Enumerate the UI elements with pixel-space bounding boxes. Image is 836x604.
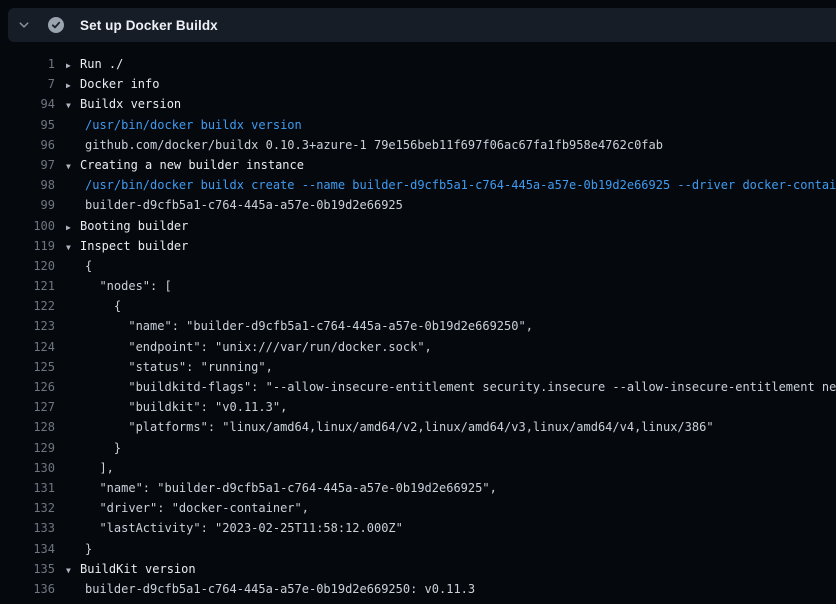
log-line-number[interactable]: 128 (0, 417, 55, 437)
log-line-number[interactable]: 125 (0, 357, 55, 377)
chevron-right-icon[interactable]: ▶ (66, 76, 80, 96)
log-line-number[interactable]: 100 (0, 216, 55, 236)
log-line[interactable]: 1 ▶Run ./ (0, 54, 836, 74)
log-line[interactable]: 7 ▶Docker info (0, 74, 836, 94)
step-title: Set up Docker Buildx (80, 18, 218, 33)
log-line-text: "name": "builder-d9cfb5a1-c764-445a-a57e… (85, 478, 497, 498)
log-line-number[interactable]: 98 (0, 175, 55, 195)
log-line: 120 { (0, 256, 836, 276)
log-line: 99 builder-d9cfb5a1-c764-445a-a57e-0b19d2… (0, 195, 836, 215)
log-line-number[interactable]: 130 (0, 458, 55, 478)
log-line-number[interactable]: 121 (0, 276, 55, 296)
log-line-number[interactable]: 96 (0, 135, 55, 155)
log-line: 136 builder-d9cfb5a1-c764-445a-a57e-0b19d… (0, 579, 836, 599)
log-line-text: "driver": "docker-container", (85, 498, 309, 518)
log-line: 123 "name": "builder-d9cfb5a1-c764-445a-… (0, 316, 836, 336)
log-lines: 1▶Run ./7▶Docker info94▼Buildx version95… (0, 42, 836, 604)
chevron-down-icon[interactable] (8, 19, 40, 31)
log-line: 121 "nodes": [ (0, 276, 836, 296)
log-line-text: Buildx version (80, 94, 181, 114)
chevron-down-icon[interactable]: ▼ (66, 238, 80, 258)
log-line-number[interactable]: 95 (0, 115, 55, 135)
log-line: 96 github.com/docker/buildx 0.10.3+azure-… (0, 135, 836, 155)
log-line-text: Run ./ (80, 54, 123, 74)
log-line: 98/usr/bin/docker buildx create --name b… (0, 175, 836, 195)
log-line-text: { (85, 296, 121, 316)
chevron-down-icon[interactable]: ▼ (66, 561, 80, 581)
log-line-number[interactable]: 131 (0, 478, 55, 498)
log-line-number[interactable]: 1 (0, 54, 55, 74)
log-line: 122 { (0, 296, 836, 316)
log-line-text: /usr/bin/docker buildx version (85, 115, 302, 135)
log-line-number[interactable]: 127 (0, 397, 55, 417)
log-line-number[interactable]: 7 (0, 74, 55, 94)
log-line-number[interactable]: 135 (0, 559, 55, 579)
log-line-text: /usr/bin/docker buildx create --name bui… (85, 175, 836, 195)
log-line-text: "name": "builder-d9cfb5a1-c764-445a-a57e… (85, 316, 533, 336)
log-line-text: { (85, 256, 92, 276)
log-line-number[interactable]: 94 (0, 94, 55, 114)
log-line-text: "lastActivity": "2023-02-25T11:58:12.000… (85, 518, 403, 538)
log-line-number[interactable]: 97 (0, 155, 55, 175)
log-line-number[interactable]: 123 (0, 316, 55, 336)
log-line-text: "nodes": [ (85, 276, 172, 296)
log-line: 95/usr/bin/docker buildx version (0, 115, 836, 135)
chevron-right-icon[interactable]: ▶ (66, 218, 80, 238)
chevron-down-icon[interactable]: ▼ (66, 157, 80, 177)
step-header[interactable]: Set up Docker Buildx (8, 8, 836, 42)
log-line[interactable]: 135 ▼BuildKit version (0, 559, 836, 579)
log-line: 132 "driver": "docker-container", (0, 498, 836, 518)
log-line-number[interactable]: 132 (0, 498, 55, 518)
log-line-number[interactable]: 136 (0, 579, 55, 599)
log-line[interactable]: 119 ▼Inspect builder (0, 236, 836, 256)
log-line[interactable]: 94 ▼Buildx version (0, 94, 836, 114)
chevron-down-icon[interactable]: ▼ (66, 96, 80, 116)
log-line-text: "endpoint": "unix:///var/run/docker.sock… (85, 337, 432, 357)
log-line-text: } (85, 438, 121, 458)
success-check-icon (48, 17, 64, 33)
log-line: 124 "endpoint": "unix:///var/run/docker.… (0, 337, 836, 357)
log-line-text: Creating a new builder instance (80, 155, 304, 175)
log-line: 125 "status": "running", (0, 357, 836, 377)
log-line: 130 ], (0, 458, 836, 478)
log-line-number[interactable]: 124 (0, 337, 55, 357)
log-line-number[interactable]: 122 (0, 296, 55, 316)
log-line[interactable]: 97 ▼Creating a new builder instance (0, 155, 836, 175)
log-line: 127 "buildkit": "v0.11.3", (0, 397, 836, 417)
log-line-number[interactable]: 119 (0, 236, 55, 256)
log-line-text: builder-d9cfb5a1-c764-445a-a57e-0b19d2e6… (85, 195, 403, 215)
log-line-number[interactable]: 129 (0, 438, 55, 458)
log-line-text: "platforms": "linux/amd64,linux/amd64/v2… (85, 417, 714, 437)
chevron-right-icon[interactable]: ▶ (66, 56, 80, 76)
log-line-number[interactable]: 134 (0, 539, 55, 559)
log-line-text: } (85, 539, 92, 559)
log-line-number[interactable]: 126 (0, 377, 55, 397)
log-line: 129 } (0, 438, 836, 458)
log-line: 131 "name": "builder-d9cfb5a1-c764-445a-… (0, 478, 836, 498)
log-line-text: ], (85, 458, 114, 478)
log-line: 134} (0, 539, 836, 559)
log-line: 128 "platforms": "linux/amd64,linux/amd6… (0, 417, 836, 437)
log-line-text: "buildkit": "v0.11.3", (85, 397, 287, 417)
log-line-number[interactable]: 133 (0, 518, 55, 538)
log-line: 126 "buildkitd-flags": "--allow-insecure… (0, 377, 836, 397)
log-line-text: BuildKit version (80, 559, 196, 579)
log-line-text: Docker info (80, 74, 159, 94)
log-line-number[interactable]: 99 (0, 195, 55, 215)
log-line[interactable]: 100 ▶Booting builder (0, 216, 836, 236)
log-line-text: "status": "running", (85, 357, 273, 377)
log-line-text: "buildkitd-flags": "--allow-insecure-ent… (85, 377, 836, 397)
log-line-text: Inspect builder (80, 236, 188, 256)
log-line: 133 "lastActivity": "2023-02-25T11:58:12… (0, 518, 836, 538)
log-line-text: Booting builder (80, 216, 188, 236)
log-line-number[interactable]: 120 (0, 256, 55, 276)
log-line-text: builder-d9cfb5a1-c764-445a-a57e-0b19d2e6… (85, 579, 475, 599)
log-line-text: github.com/docker/buildx 0.10.3+azure-1 … (85, 135, 663, 155)
